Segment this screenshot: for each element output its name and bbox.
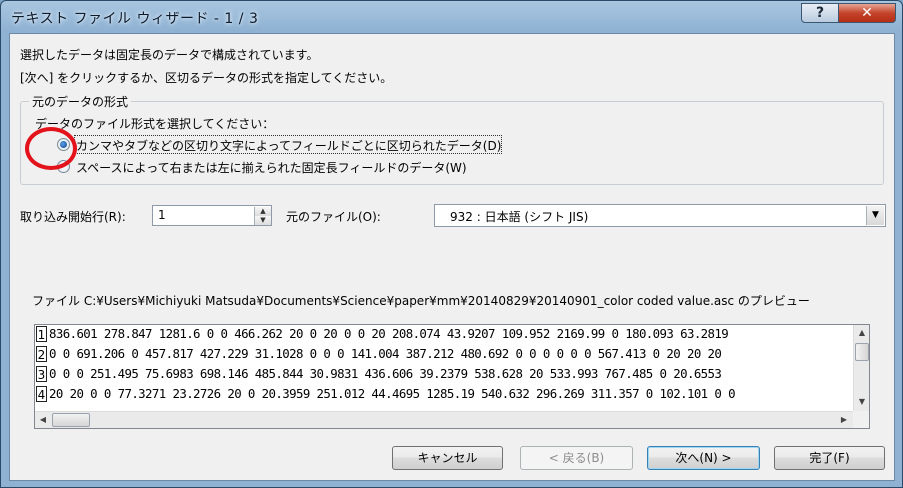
cancel-button[interactable]: キャンセル [392,446,503,470]
preview-row: 4 20 20 0 0 77.3271 23.2726 20 0 20.3959… [35,385,853,404]
close-button[interactable]: ✕ [838,3,896,23]
help-button[interactable]: ? [801,3,839,23]
data-format-group: 元のデータの形式 データのファイル形式を選択してください： カンマやタブなどの区… [20,93,884,185]
preview-row: 3 0 0 0 251.495 75.6983 698.146 485.844 … [35,365,853,384]
row-number: 2 [36,346,47,362]
scroll-down-icon[interactable]: ▼ [854,394,869,410]
vertical-scrollbar[interactable]: ▲ ▼ [853,325,869,411]
row-data: 20 20 0 0 77.3271 23.2726 20 0 20.3959 2… [49,386,736,401]
preview-row: 2 0 0 691.206 0 457.817 427.229 31.1028 … [35,345,853,364]
start-row-spinner[interactable]: 1 ▲ ▼ [152,205,272,226]
back-button[interactable]: < 戻る(B) [520,446,633,470]
start-row-label: 取り込み開始行(R): [20,210,126,224]
dropdown-arrow-icon[interactable]: ▼ [866,206,884,225]
horizontal-scroll-thumb[interactable] [52,413,90,427]
row-number: 4 [36,386,47,402]
intro-line-2: [次へ] をクリックするか、区切るデータの形式を指定してください。 [20,71,393,85]
delimited-option-label[interactable]: カンマやタブなどの区切り文字によってフィールドごとに区切られたデータ(D) [76,137,501,154]
vertical-scroll-thumb[interactable] [855,343,869,361]
scroll-right-icon[interactable]: ▶ [836,412,852,428]
dialog-client-area: 選択したデータは固定長のデータで構成されています。 [次へ] をクリックするか、… [9,33,895,481]
row-number: 3 [36,366,47,382]
file-origin-value: 932 : 日本語 (シフト JIS) [450,210,589,224]
row-data: 0 0 0 251.495 75.6983 698.146 485.844 30… [49,366,722,381]
horizontal-scrollbar[interactable]: ◀ ▶ [35,411,853,428]
row-data: 836.601 278.847 1281.6 0 0 466.262 20 0 … [49,326,729,341]
intro-line-1: 選択したデータは固定長のデータで構成されています。 [20,48,319,62]
spin-up-icon[interactable]: ▲ [254,207,271,216]
file-origin-select[interactable]: 932 : 日本語 (シフト JIS) ▼ [434,204,886,227]
annotation-red-circle [25,127,77,170]
scroll-up-icon[interactable]: ▲ [854,325,869,341]
file-preview[interactable]: 1 836.601 278.847 1281.6 0 0 466.262 20 … [34,324,870,429]
spin-down-icon[interactable]: ▼ [254,216,271,225]
origin-label: 元のファイル(O): [286,210,381,224]
row-data: 0 0 691.206 0 457.817 427.229 31.1028 0 … [49,346,722,361]
text-import-wizard-window: テキスト ファイル ウィザード - 1 / 3 ? ✕ 選択したデータは固定長の… [0,0,903,488]
row-number: 1 [36,326,47,342]
finish-button[interactable]: 完了(F) [774,446,885,470]
group-title: 元のデータの形式 [29,93,132,110]
format-prompt: データのファイル形式を選択してください： [35,117,275,131]
fixed-width-option-label[interactable]: スペースによって右または左に揃えられた固定長フィールドのデータ(W) [76,159,467,176]
scrollbar-corner [853,411,869,428]
preview-caption: ファイル C:¥Users¥Michiyuki Matsuda¥Document… [32,294,810,308]
window-title: テキスト ファイル ウィザード - 1 / 3 [11,11,259,27]
preview-row: 1 836.601 278.847 1281.6 0 0 466.262 20 … [35,325,853,344]
title-bar[interactable]: テキスト ファイル ウィザード - 1 / 3 ? ✕ [1,1,902,33]
next-button[interactable]: 次へ(N) > [647,446,760,470]
scroll-left-icon[interactable]: ◀ [35,412,51,428]
start-row-value[interactable]: 1 [158,208,166,222]
